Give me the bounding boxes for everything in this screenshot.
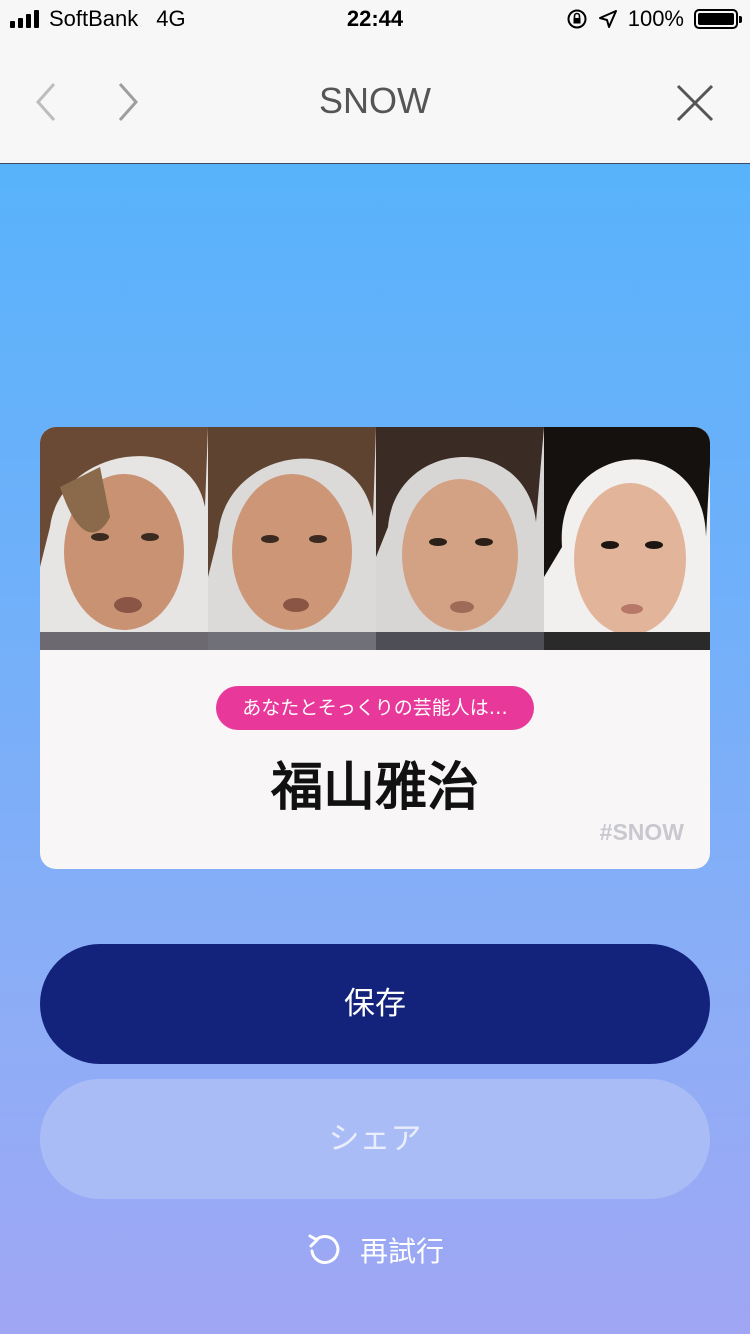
content-area: あなたとそっくりの芸能人は… 福山雅治 #SNOW 保存 シェア 再試行 [0,164,750,1334]
retry-label: 再試行 [359,1235,444,1268]
save-button[interactable]: 保存 [40,944,710,1064]
battery-icon [694,9,742,29]
battery-percent: 100% [627,6,684,31]
result-badge: あなたとそっくりの芸能人は… [216,686,534,730]
face-photo [208,427,376,650]
rotation-lock-icon [567,9,587,29]
face-photo [40,427,208,650]
close-button[interactable] [674,82,716,128]
retry-icon [308,1234,340,1264]
face-morph-strip [40,427,710,650]
face-photo [544,427,710,650]
page-title: SNOW [319,80,431,121]
close-icon [676,84,714,122]
hashtag-label: #SNOW [599,819,684,845]
location-arrow-icon [598,10,617,28]
status-right: 100% [566,6,742,32]
celebrity-name: 福山雅治 [270,758,479,818]
retry-button[interactable]: 再試行 [0,1230,750,1270]
result-card: あなたとそっくりの芸能人は… 福山雅治 #SNOW [40,427,710,869]
face-photo [376,427,544,650]
navigation-bar: SNOW [0,40,750,164]
status-bar: SoftBank 4G 22:44 100% [0,0,750,40]
share-button[interactable]: シェア [40,1079,710,1199]
